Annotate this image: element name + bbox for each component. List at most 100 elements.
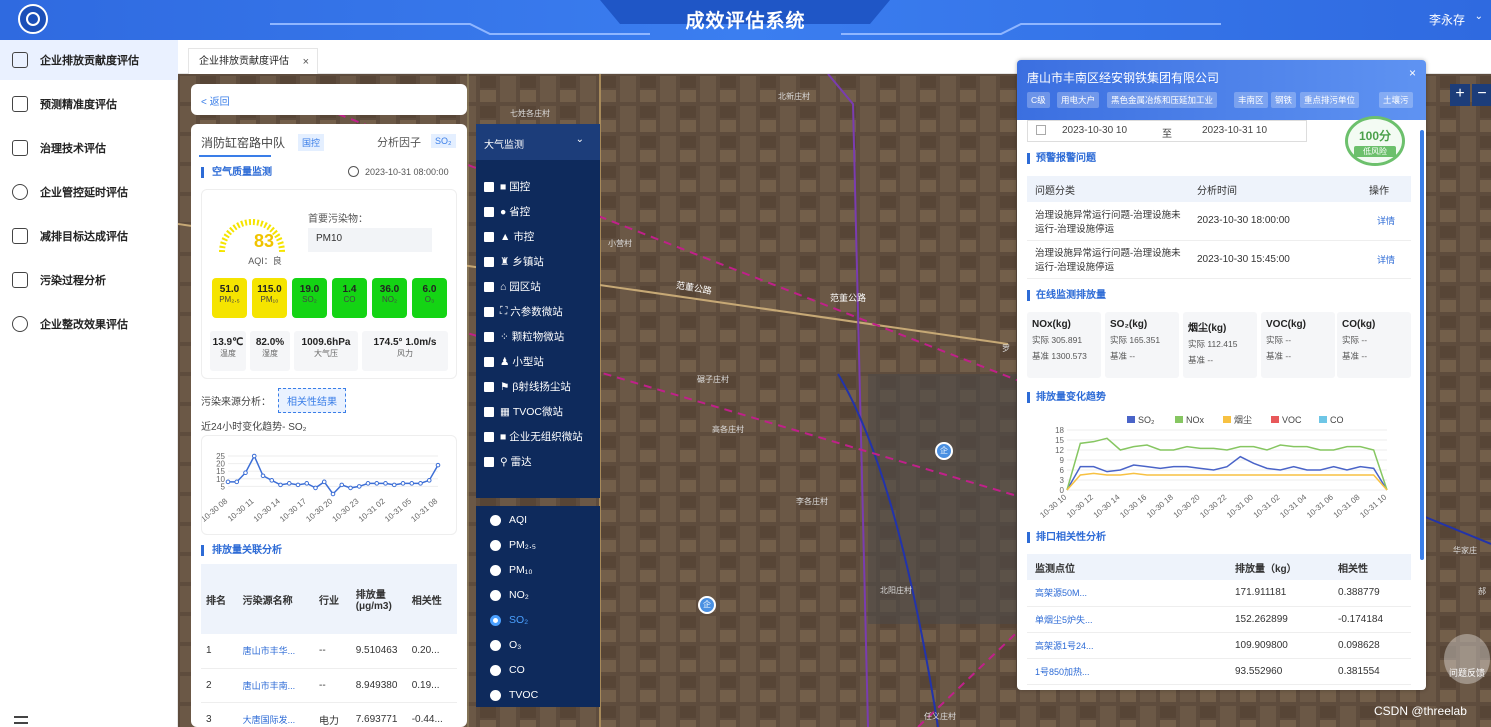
- sidebar-item-treatment-tech[interactable]: 治理技术评估: [0, 128, 178, 168]
- scrollbar[interactable]: [1420, 130, 1424, 560]
- feedback-button[interactable]: 问题反馈: [1444, 634, 1490, 684]
- back-button[interactable]: < 返回: [191, 84, 467, 115]
- pollutant-name: NO₂: [381, 295, 398, 304]
- cell: 1: [201, 634, 238, 669]
- zoom-in-button[interactable]: +: [1450, 84, 1470, 106]
- x-tick-label: 10-30 20: [1172, 492, 1202, 520]
- monitor-item-park[interactable]: ⌂ 园区站: [484, 279, 541, 294]
- radio[interactable]: [490, 589, 501, 601]
- monitor-item-enterprise[interactable]: ■ 企业无组织微站: [484, 429, 583, 444]
- checkbox[interactable]: [484, 406, 494, 417]
- radio[interactable]: [490, 639, 501, 651]
- monitor-item-provincial[interactable]: ● 省控: [484, 204, 530, 219]
- tab-contribution[interactable]: 企业排放贡献度评估 ×: [188, 48, 318, 74]
- chart-icon: [12, 96, 28, 112]
- radio[interactable]: [490, 689, 501, 701]
- sidebar-item-rectification[interactable]: 企业整改效果评估: [0, 304, 178, 344]
- sidebar-item-contribution[interactable]: 企业排放贡献度评估: [0, 40, 178, 80]
- radio-label: PM₂.₅: [509, 539, 536, 551]
- monitor-item-city[interactable]: ▲ 市控: [484, 229, 534, 244]
- monitor-item-radar[interactable]: ⚲ 雷达: [484, 454, 532, 469]
- monitor-type-select[interactable]: 大气监测 ⌄: [476, 124, 600, 160]
- enterprise-pin-icon[interactable]: 企: [935, 442, 953, 460]
- radio-no2[interactable]: NO₂: [490, 589, 529, 601]
- monitor-type-panel: 大气监测 ⌄ ■ 国控 ● 省控 ▲ 市控 ♜ 乡镇站 ⌂ 园区站 ⛶ 六参数微…: [476, 124, 600, 498]
- point-link[interactable]: 1号850加热...: [1027, 658, 1227, 685]
- checkbox[interactable]: [484, 256, 494, 267]
- sidebar-item-pollution-process[interactable]: 污染过程分析: [0, 260, 178, 300]
- point-link[interactable]: 高架源50M...: [1027, 580, 1227, 607]
- map-label: 北阳庄村: [880, 586, 912, 595]
- point-link[interactable]: 单烟尘5炉失...: [1027, 606, 1227, 633]
- checkbox[interactable]: [484, 331, 494, 342]
- checkbox[interactable]: [484, 431, 494, 442]
- checkbox[interactable]: [484, 206, 494, 217]
- close-icon[interactable]: ×: [1409, 66, 1416, 80]
- emission-base: 基准 --: [1188, 355, 1214, 365]
- checkbox[interactable]: [484, 306, 494, 317]
- monitor-item-particle[interactable]: ⁘ 颗粒物微站: [484, 329, 564, 344]
- col-emission[interactable]: 排放量（kg）: [1227, 554, 1331, 580]
- source-link[interactable]: 唐山市丰南...: [237, 668, 315, 703]
- radio-co[interactable]: CO: [490, 664, 525, 676]
- radio-selected[interactable]: [490, 614, 501, 626]
- monitor-item-beta[interactable]: ⚑ β射线扬尘站: [484, 379, 571, 394]
- checkbox[interactable]: [484, 381, 494, 392]
- radio[interactable]: [490, 564, 501, 576]
- monitor-item-township[interactable]: ♜ 乡镇站: [484, 254, 544, 269]
- met-name: 风力: [397, 349, 413, 358]
- x-tick-label: 10-30 18: [1145, 492, 1175, 520]
- radio-aqi[interactable]: AQI: [490, 514, 527, 526]
- radio-so2[interactable]: SO₂: [490, 614, 528, 626]
- checkbox[interactable]: [484, 281, 494, 292]
- monitor-item-tvoc[interactable]: ▦ TVOC微站: [484, 404, 563, 419]
- checkbox[interactable]: [484, 456, 494, 467]
- detail-link[interactable]: 详情: [1361, 240, 1411, 279]
- radio-pm25[interactable]: PM₂.₅: [490, 539, 536, 551]
- detail-link[interactable]: 详情: [1361, 202, 1411, 241]
- sidebar-item-forecast-accuracy[interactable]: 预测精准度评估: [0, 84, 178, 124]
- col-correlation[interactable]: 相关性: [406, 564, 457, 634]
- checkbox[interactable]: [484, 356, 494, 367]
- monitor-item-six-param[interactable]: ⛶ 六参数微站: [484, 304, 563, 319]
- correlation-result-button[interactable]: 相关性结果: [278, 388, 346, 413]
- source-link[interactable]: 唐山市丰华...: [237, 634, 315, 669]
- factor-value[interactable]: SO₂: [431, 134, 456, 148]
- menu-collapse-icon[interactable]: [14, 716, 28, 724]
- user-name[interactable]: 李永存: [1429, 11, 1465, 28]
- cell: 治理设施异常运行问题-治理设施未运行-治理设施停运: [1027, 240, 1189, 279]
- radio-pm10[interactable]: PM₁₀: [490, 564, 533, 576]
- sidebar-item-control-delay[interactable]: 企业管控延时评估: [0, 172, 178, 212]
- map-label: 罗: [1002, 344, 1010, 353]
- col-correlation[interactable]: 相关性: [1330, 554, 1411, 580]
- radio[interactable]: [490, 664, 501, 676]
- col-emission-label: 排放量(μg/m3): [355, 590, 392, 612]
- checkbox[interactable]: [484, 181, 494, 192]
- monitor-item-national[interactable]: ■ 国控: [484, 179, 530, 194]
- radar-icon: ⚲: [500, 455, 511, 468]
- source-link[interactable]: 大唐国际发...: [237, 702, 315, 727]
- emission-trend-title: 排放量变化趋势: [1027, 392, 1106, 403]
- x-tick-label: 10-31 08: [1332, 492, 1362, 520]
- col-emission[interactable]: 排放量(μg/m3): [350, 564, 407, 634]
- enterprise-pin-icon[interactable]: 企: [698, 596, 716, 614]
- zoom-out-button[interactable]: −: [1472, 84, 1491, 106]
- checkbox[interactable]: [484, 231, 494, 242]
- sidebar-item-reduction-target[interactable]: 减排目标达成评估: [0, 216, 178, 256]
- radio[interactable]: [490, 539, 501, 551]
- x-tick-label: 10-30 08: [202, 496, 230, 524]
- monitor-item-label: 企业无组织微站: [509, 431, 583, 443]
- close-icon[interactable]: ×: [303, 49, 309, 75]
- col-rank: 排名: [201, 564, 238, 634]
- point-link[interactable]: 高架源1号24...: [1027, 632, 1227, 659]
- data-point: [260, 473, 266, 479]
- x-tick-label: 10-30 17: [278, 496, 308, 524]
- radio-tvoc[interactable]: TVOC: [490, 689, 538, 701]
- date-range-picker[interactable]: 2023-10-30 10 至 2023-10-31 10: [1027, 120, 1307, 142]
- radio-o3[interactable]: O₃: [490, 639, 521, 651]
- monitor-item-small[interactable]: ♟ 小型站: [484, 354, 544, 369]
- so2-trend-card: 25 20 15 10 5 10-30 08 10-30 11 10-30 14 10-30 1…: [199, 435, 457, 535]
- radio[interactable]: [490, 514, 501, 526]
- chevron-down-icon[interactable]: ⌄: [1475, 11, 1483, 22]
- cell: 171.911181: [1227, 580, 1331, 607]
